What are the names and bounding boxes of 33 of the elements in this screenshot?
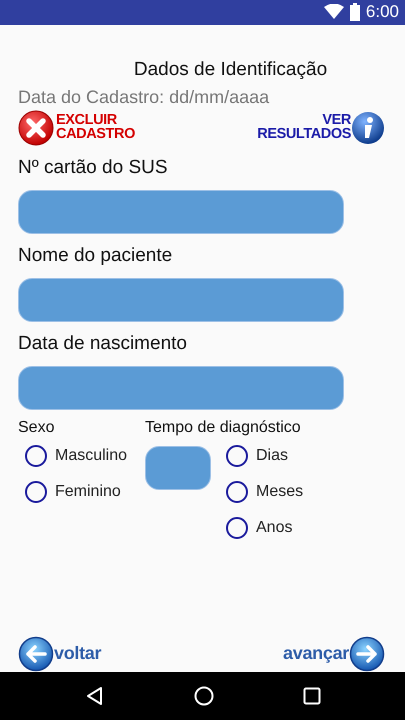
radio-label: Masculino	[55, 446, 128, 465]
input-field[interactable]	[145, 446, 211, 490]
radio-button[interactable]	[25, 444, 47, 467]
input-field[interactable]	[18, 190, 344, 234]
next-button[interactable]: avançar	[283, 636, 385, 672]
clock: 6:00	[366, 2, 399, 22]
info-icon	[351, 110, 385, 145]
radio-label: Anos	[256, 518, 292, 537]
back-nav-icon[interactable]	[84, 686, 104, 706]
battery-icon	[350, 3, 360, 22]
radio-button[interactable]	[226, 444, 248, 467]
back-button[interactable]: voltar	[18, 636, 102, 672]
radio-label: Dias	[256, 446, 288, 465]
radio-label: Meses	[256, 482, 304, 501]
wifi-icon	[324, 4, 344, 20]
input-field[interactable]	[18, 366, 344, 410]
group-label: Tempo de diagnóstico	[145, 418, 302, 438]
recents-nav-icon[interactable]	[302, 686, 320, 705]
input-field[interactable]	[18, 278, 344, 322]
field-label: Nº cartão do SUS	[18, 156, 169, 179]
home-nav-icon[interactable]	[194, 686, 214, 706]
radio-button[interactable]	[25, 480, 47, 503]
view-results-button[interactable]: VER RESULTADOS	[257, 110, 385, 146]
group-label: Sexo	[18, 418, 56, 438]
radio-button[interactable]	[226, 516, 248, 539]
close-circle-icon	[18, 110, 56, 146]
radio-button[interactable]	[226, 480, 248, 503]
radio-label: Feminino	[55, 482, 121, 501]
delete-record-button[interactable]: EXCLUIR CADASTRO	[18, 110, 135, 146]
field-label: Data de nascimento	[18, 332, 188, 355]
registration-date: Data do Cadastro: dd/mm/aaaa	[18, 86, 270, 108]
screen-title: Dados de Identificação	[132, 58, 328, 82]
field-label: Nome do paciente	[18, 244, 174, 267]
